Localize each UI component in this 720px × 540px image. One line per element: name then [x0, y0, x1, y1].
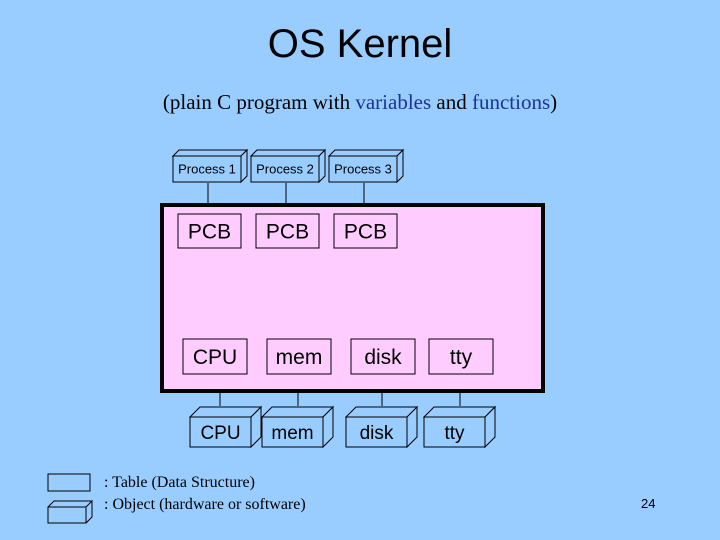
box-label: tty — [444, 423, 465, 444]
box-side-face — [396, 148, 404, 184]
legend-object-shape — [47, 500, 94, 524]
box-label: Process 1 — [178, 162, 236, 177]
legend-table-label: : Table (Data Structure) — [104, 474, 255, 491]
box-label: Process 3 — [334, 162, 392, 177]
box-top-face — [344, 406, 419, 418]
box-label: mem — [271, 423, 313, 444]
hardware-object-tty: tty — [422, 405, 497, 449]
table-label: PCB — [344, 221, 387, 244]
hardware-object-disk: disk — [344, 405, 419, 449]
box-top-face — [327, 149, 405, 157]
table-label: tty — [450, 346, 473, 369]
hardware-object-CPU: CPU — [188, 405, 263, 449]
box-top-face — [422, 406, 497, 418]
legend-object-label: : Object (hardware or software) — [104, 496, 306, 513]
box-top-face — [171, 149, 249, 157]
box-label: disk — [360, 423, 394, 444]
process-object-1: Process 1 — [171, 148, 249, 184]
table-label: CPU — [193, 346, 237, 369]
table-label: PCB — [266, 221, 309, 244]
box-top-face — [249, 149, 327, 157]
kernel-diagram: Process 1 Process 2 Process 3 PCB PCB PCB CP… — [47, 148, 545, 524]
table-label: PCB — [188, 221, 231, 244]
table-label: mem — [276, 346, 323, 369]
box-side-face — [240, 148, 248, 184]
process-connectors — [207, 183, 365, 204]
box-label: Process 2 — [256, 162, 314, 177]
hardware-connectors — [219, 393, 461, 406]
hardware-object-mem: mem — [260, 405, 335, 449]
box-top-face — [260, 406, 335, 418]
table-label: disk — [364, 346, 402, 369]
page-number: 24 — [641, 496, 656, 511]
legend-table-shape — [47, 473, 91, 492]
process-object-3: Process 3 — [327, 148, 405, 184]
box-label: CPU — [200, 423, 240, 444]
box-side-face — [318, 148, 326, 184]
box-top-face — [188, 406, 263, 418]
process-object-2: Process 2 — [249, 148, 327, 184]
